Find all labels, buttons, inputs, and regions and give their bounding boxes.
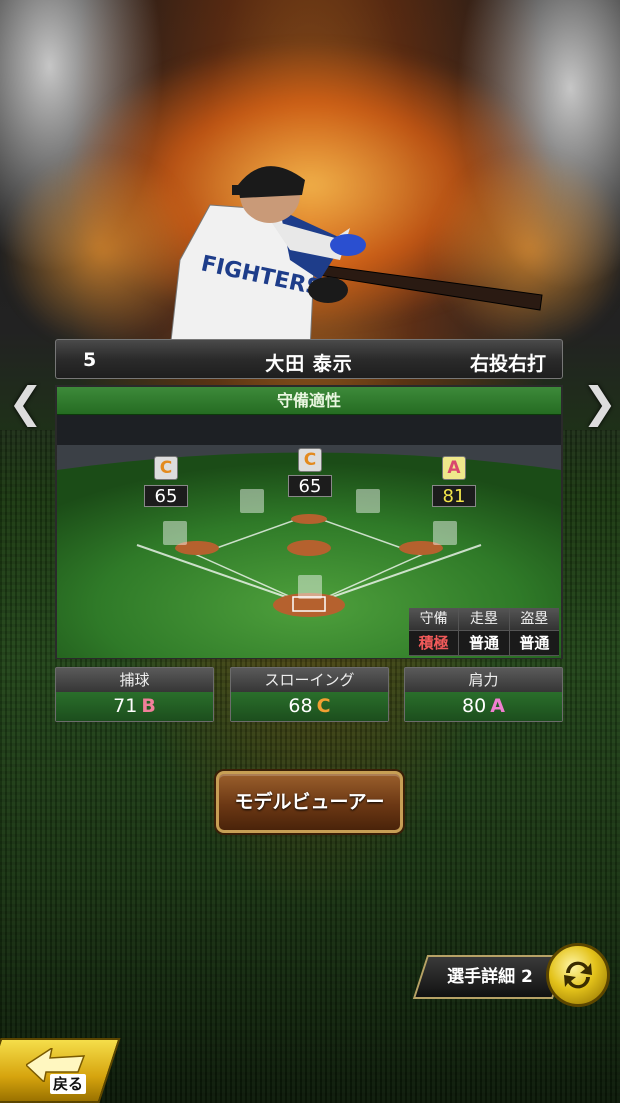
stat-box-arm: 肩力 80 A bbox=[404, 667, 563, 722]
position-marker-c bbox=[298, 575, 322, 599]
field-diagram: C 65 C 65 A 81 守備 走塁 盗塁 積極 普通 普通 bbox=[57, 415, 561, 658]
stat-grade: C bbox=[316, 695, 331, 717]
trait-header: 盗塁 bbox=[509, 608, 559, 630]
trait-value: 積極 bbox=[409, 631, 459, 655]
stat-value-row: 71 B bbox=[56, 692, 213, 721]
stat-value: 68 bbox=[288, 695, 313, 717]
position-marker-3b bbox=[163, 521, 187, 545]
swap-arrows-icon bbox=[564, 961, 592, 989]
stat-value: 71 bbox=[113, 695, 138, 717]
position-grade-badge: C bbox=[299, 449, 321, 471]
stat-value-row: 80 A bbox=[405, 692, 562, 721]
position-rating: 65 bbox=[288, 475, 332, 497]
trait-header: 走塁 bbox=[459, 608, 509, 630]
stat-grade: B bbox=[141, 695, 156, 717]
stat-value: 80 bbox=[462, 695, 487, 717]
player-detail-label: 選手詳細 2 bbox=[447, 967, 533, 987]
back-button-label: 戻る bbox=[50, 1074, 87, 1094]
trait-header: 守備 bbox=[409, 608, 459, 630]
swap-page-button[interactable] bbox=[546, 943, 610, 1007]
trait-value: 普通 bbox=[459, 631, 509, 655]
stat-grade: A bbox=[490, 695, 505, 717]
next-player-button[interactable]: ❯ bbox=[582, 382, 617, 424]
player-name-bar: 5 大田 泰示 右投右打 bbox=[55, 339, 563, 379]
position-rating: 65 bbox=[144, 485, 188, 507]
position-grade-badge: A bbox=[443, 457, 465, 479]
stat-label: スローイング bbox=[231, 668, 388, 692]
player-illustration: FIGHTERS bbox=[170, 166, 543, 350]
stat-label: 肩力 bbox=[405, 668, 562, 692]
defense-panel-title: 守備適性 bbox=[57, 387, 561, 415]
position-marker-2b bbox=[356, 489, 380, 513]
trait-value: 普通 bbox=[509, 631, 559, 655]
position-grade-badge: C bbox=[155, 457, 177, 479]
stat-box-catching: 捕球 71 B bbox=[55, 667, 214, 722]
position-marker-1b bbox=[433, 521, 457, 545]
player-detail-tab[interactable]: 選手詳細 2 bbox=[412, 955, 568, 999]
defense-panel: 守備適性 C 65 C 65 A 81 守備 走塁 盗塁 積極 普通 普通 bbox=[55, 385, 563, 659]
stat-label: 捕球 bbox=[56, 668, 213, 692]
model-viewer-button[interactable]: モデルビューアー bbox=[216, 771, 403, 833]
trait-table: 守備 走塁 盗塁 積極 普通 普通 bbox=[409, 608, 559, 656]
prev-player-button[interactable]: ❮ bbox=[8, 382, 43, 424]
position-rating: 81 bbox=[432, 485, 476, 507]
stat-value-row: 68 C bbox=[231, 692, 388, 721]
stat-box-throwing: スローイング 68 C bbox=[230, 667, 389, 722]
handedness: 右投右打 bbox=[469, 353, 546, 375]
position-marker-ss bbox=[240, 489, 264, 513]
